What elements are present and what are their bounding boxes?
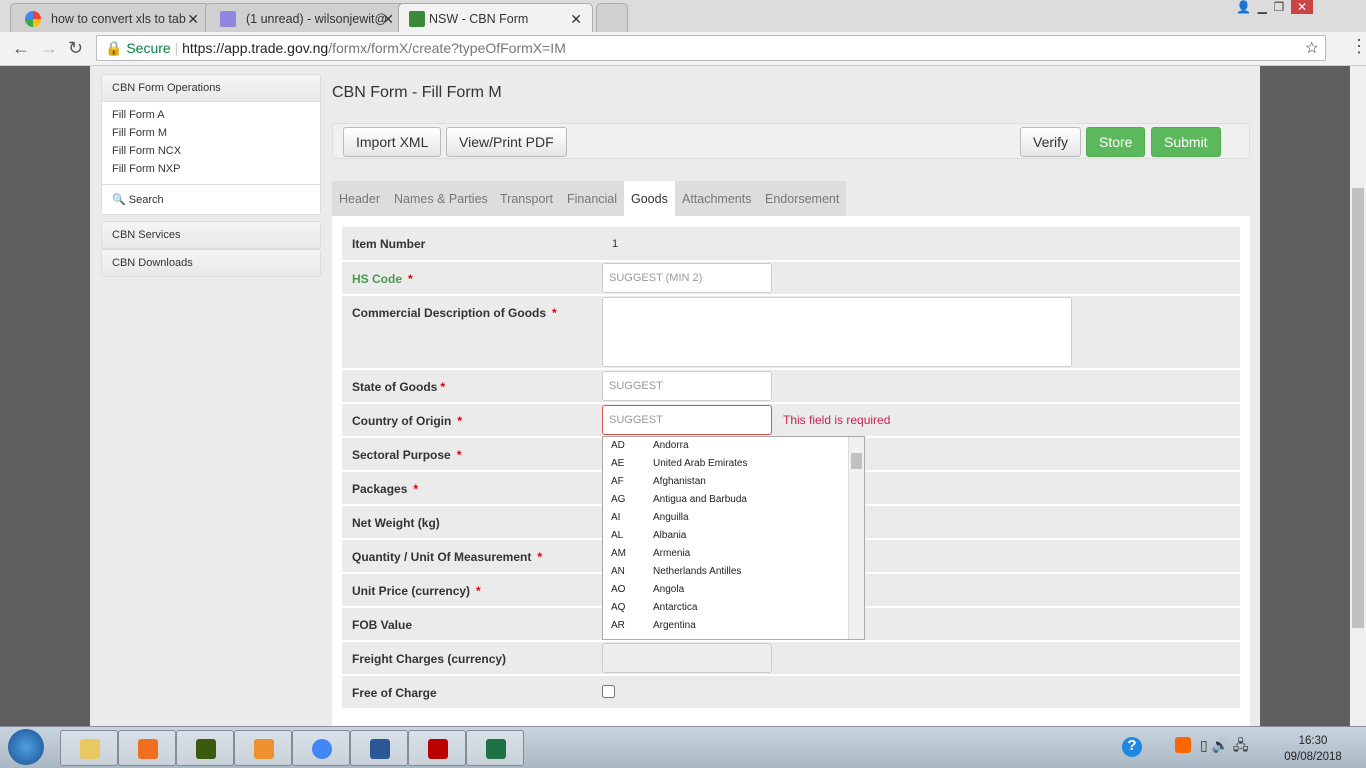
back-icon[interactable]: ←: [12, 38, 30, 59]
browser-tab[interactable]: (1 unread) - wilsonjewit@ ✕: [205, 3, 405, 32]
hs-code-row: HS Code * SUGGEST (MIN 2): [342, 262, 1240, 294]
submit-button[interactable]: Submit: [1151, 127, 1221, 157]
sidebar-item-form-nxp[interactable]: Fill Form NXP: [102, 160, 320, 178]
country-option[interactable]: AG Antigua and Barbuda: [603, 491, 864, 509]
sidebar-item-form-m[interactable]: Fill Form M: [102, 124, 320, 142]
free-of-charge-checkbox[interactable]: [602, 685, 615, 698]
acrobat-icon: [428, 739, 448, 759]
clock[interactable]: 16:30 09/08/2018: [1280, 733, 1346, 765]
country-option[interactable]: AO Angola: [603, 581, 864, 599]
bookmark-star-icon[interactable]: ☆: [1305, 38, 1319, 58]
verify-button[interactable]: Verify: [1020, 127, 1082, 157]
country-option[interactable]: AI Anguilla: [603, 509, 864, 527]
dreamweaver-icon: [196, 739, 216, 759]
window-controls[interactable]: 👤 ▁ ❐ ✕: [1236, 0, 1356, 20]
freight-row: Freight Charges (currency): [342, 642, 1240, 674]
country-option[interactable]: AN Netherlands Antilles: [603, 563, 864, 581]
sidebar-item-form-ncx[interactable]: Fill Form NCX: [102, 142, 320, 160]
tab-transport[interactable]: Transport: [493, 181, 561, 217]
taskbar-app[interactable]: [118, 730, 176, 766]
country-option[interactable]: AQ Antarctica: [603, 599, 864, 617]
url-input[interactable]: 🔒 Secure | https://app.trade.gov.ng/form…: [96, 35, 1326, 61]
page-title: CBN Form - Fill Form M: [332, 84, 502, 101]
taskbar-app[interactable]: [176, 730, 234, 766]
chrome-icon: [312, 739, 332, 759]
taskbar-app[interactable]: [350, 730, 408, 766]
country-option[interactable]: AD Andorra: [603, 437, 864, 455]
media-player-icon: [138, 739, 158, 759]
start-button[interactable]: [8, 729, 44, 765]
browser-tab-active[interactable]: NSW - CBN Form ✕: [398, 3, 593, 32]
sidebar-downloads[interactable]: CBN Downloads: [101, 249, 321, 277]
sidebar-services[interactable]: CBN Services: [101, 221, 321, 249]
item-number-row: Item Number 1: [342, 227, 1240, 260]
google-icon: [25, 11, 41, 27]
state-of-goods-input[interactable]: SUGGEST: [602, 371, 772, 401]
state-row: State of Goods * SUGGEST: [342, 370, 1240, 402]
taskbar-app[interactable]: [60, 730, 118, 766]
country-option[interactable]: AF Afghanistan: [603, 473, 864, 491]
dropdown-scrollbar[interactable]: [848, 437, 864, 639]
tab-goods[interactable]: Goods: [624, 181, 675, 217]
browser-tab-bar: how to convert xls to tab ✕ (1 unread) - …: [0, 0, 1366, 32]
tab-names-parties[interactable]: Names & Parties: [387, 181, 495, 217]
sidebar-operations: CBN Form Operations Fill Form A Fill For…: [101, 74, 321, 215]
browser-tab[interactable]: how to convert xls to tab ✕: [10, 3, 210, 32]
menu-icon[interactable]: ⋮: [1350, 36, 1366, 57]
close-tab-icon[interactable]: ✕: [570, 11, 582, 28]
error-message: This field is required: [783, 413, 891, 427]
forward-icon[interactable]: →: [40, 38, 58, 59]
free-of-charge-row: Free of Charge: [342, 676, 1240, 708]
taskbar: ? ▯ 🔊 🖧 16:30 09/08/2018: [0, 726, 1366, 768]
explorer-icon: [80, 739, 100, 759]
avast-icon[interactable]: [1175, 737, 1191, 753]
system-tray-icons[interactable]: ▯ 🔊 🖧: [1200, 735, 1249, 759]
help-icon[interactable]: ?: [1122, 737, 1142, 757]
coat-of-arms-icon: [409, 11, 425, 27]
reload-icon[interactable]: ↻: [68, 38, 83, 59]
country-option[interactable]: AL Albania: [603, 527, 864, 545]
hs-code-input[interactable]: SUGGEST (MIN 2): [602, 263, 772, 293]
mail-icon: [220, 11, 236, 27]
close-tab-icon[interactable]: ✕: [187, 11, 199, 28]
country-dropdown: AD Andorra AE United Arab Emirates AF Afghani…: [602, 436, 865, 640]
country-of-origin-input[interactable]: SUGGEST: [602, 405, 772, 435]
country-option[interactable]: AE United Arab Emirates: [603, 455, 864, 473]
tab-attachments[interactable]: Attachments: [675, 181, 759, 217]
excel-icon: [486, 739, 506, 759]
tab-financial[interactable]: Financial: [560, 181, 625, 217]
description-row: Commercial Description of Goods *: [342, 296, 1240, 368]
country-option[interactable]: AM Armenia: [603, 545, 864, 563]
country-row: Country of Origin * SUGGEST This field is r…: [342, 404, 1240, 436]
close-tab-icon[interactable]: ✕: [382, 11, 394, 28]
taskbar-app[interactable]: [466, 730, 524, 766]
item-number-value: 1: [612, 238, 619, 250]
tab-endorsement[interactable]: Endorsement: [758, 181, 847, 217]
taskbar-app[interactable]: [292, 730, 350, 766]
page-scrollbar[interactable]: [1350, 66, 1366, 726]
sidebar-item-form-a[interactable]: Fill Form A: [102, 106, 320, 124]
taskbar-app[interactable]: [234, 730, 292, 766]
word-icon: [370, 739, 390, 759]
import-xml-button[interactable]: Import XML: [343, 127, 442, 157]
search-icon: 🔍: [112, 194, 126, 206]
sidebar-search[interactable]: 🔍 Search: [102, 184, 320, 214]
lock-icon: 🔒: [105, 40, 123, 56]
description-textarea[interactable]: [602, 297, 1072, 367]
tab-header[interactable]: Header: [332, 181, 387, 217]
freight-input[interactable]: [602, 643, 772, 673]
taskbar-app[interactable]: [408, 730, 466, 766]
store-button[interactable]: Store: [1086, 127, 1146, 157]
new-tab-button[interactable]: [596, 3, 628, 32]
country-option[interactable]: AR Argentina: [603, 617, 864, 635]
photo-gallery-icon: [254, 739, 274, 759]
view-print-pdf-button[interactable]: View/Print PDF: [446, 127, 567, 157]
sidebar-heading[interactable]: CBN Form Operations: [102, 75, 320, 102]
